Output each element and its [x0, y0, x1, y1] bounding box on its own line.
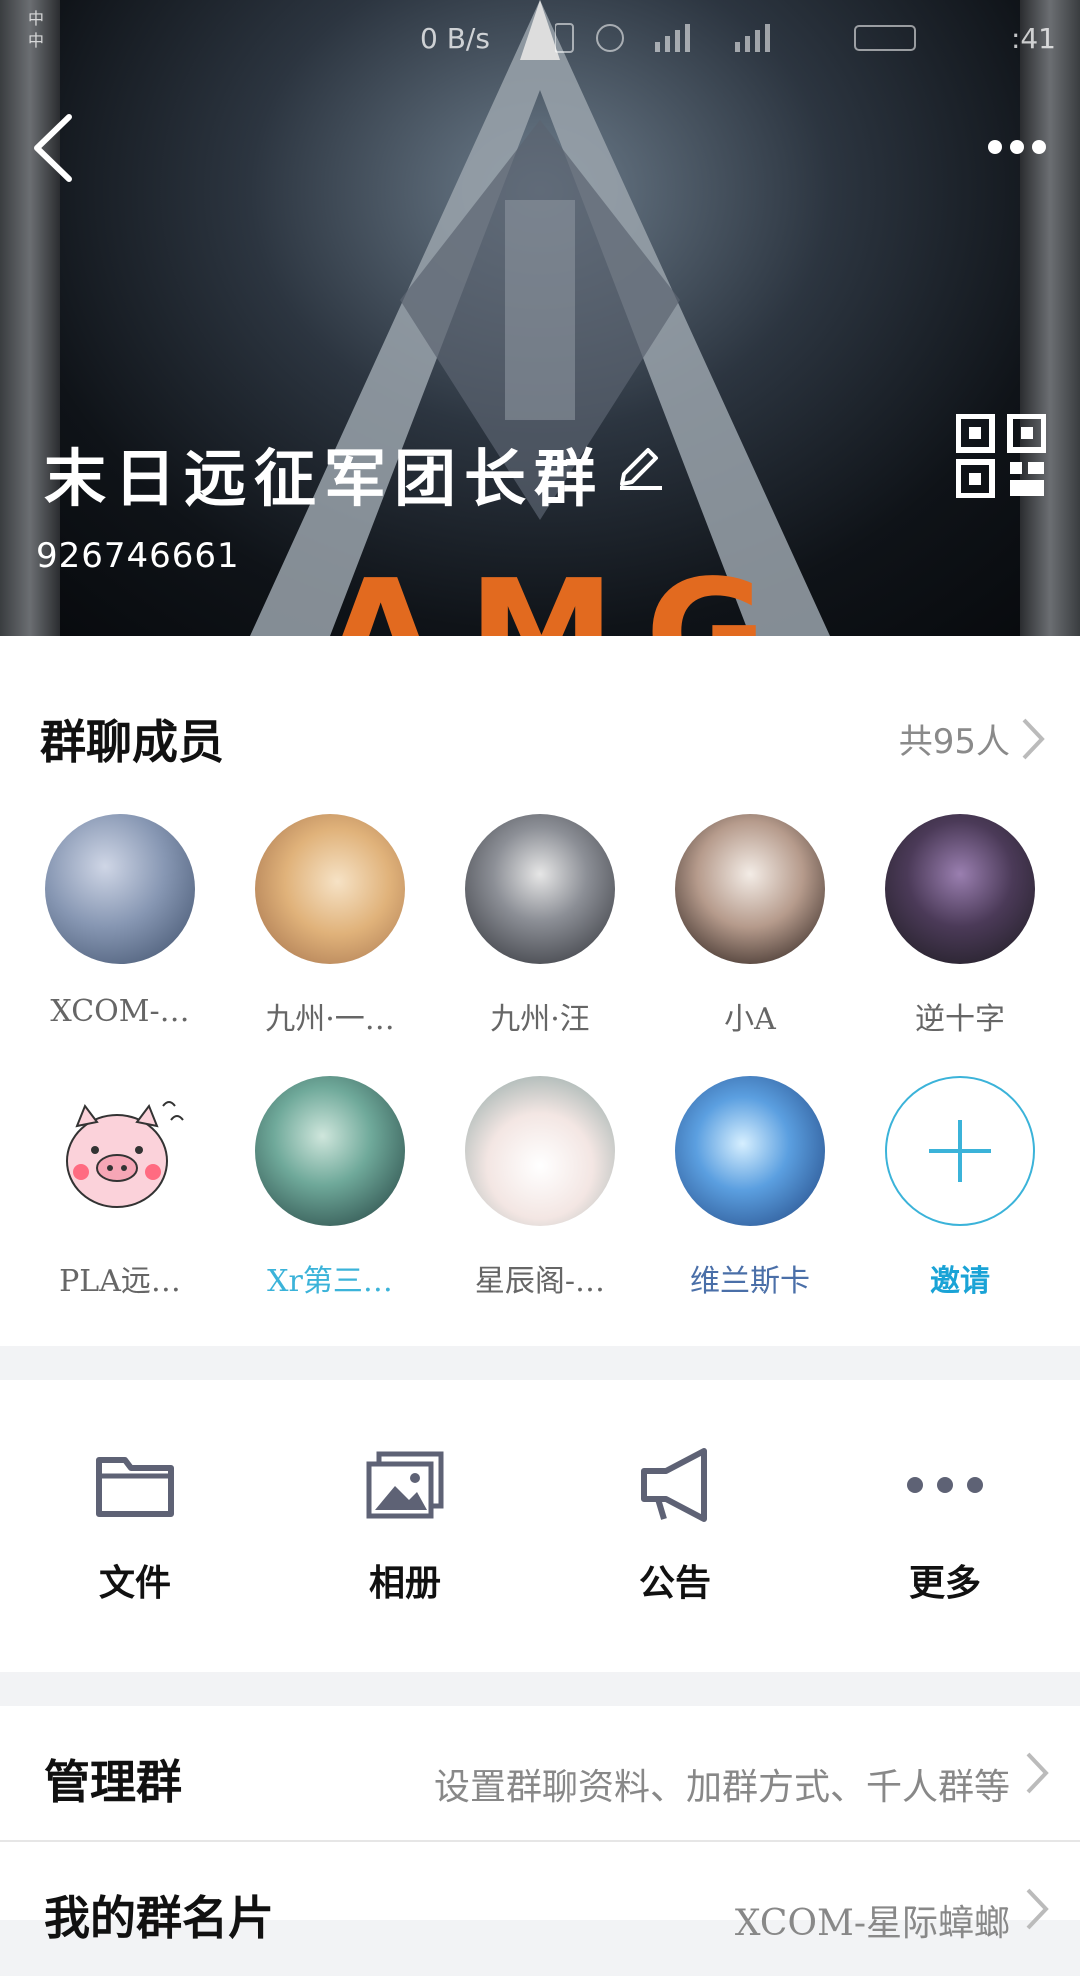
album-button[interactable]: 相册: [305, 1440, 505, 1606]
more-dots-icon: [988, 140, 1002, 154]
group-cover: AMG 中 中 0 B/s :41 末日远征军团长群 926746661: [0, 0, 1080, 636]
chevron-right-icon: [1024, 1886, 1050, 1932]
tool-label: 更多: [908, 1562, 981, 1604]
settings-list: 管理群 设置群聊资料、加群方式、千人群等 我的群名片 XCOM-星际蟑螂: [0, 1706, 1080, 1945]
tool-label: 文件: [98, 1562, 171, 1604]
member-name: 九州·汪: [490, 1002, 590, 1037]
clock-time: :41: [1010, 22, 1056, 55]
tool-label: 公告: [638, 1562, 711, 1604]
avatar: [885, 814, 1035, 964]
tools-section: 文件 相册 公告 更多: [0, 1380, 1080, 1672]
member-name: 小A: [724, 1002, 776, 1037]
more-tools-button[interactable]: 更多: [845, 1440, 1045, 1606]
album-icon: [366, 1451, 444, 1519]
row-value: XCOM-星际蟑螂: [734, 1903, 1010, 1944]
row-label: 管理群: [44, 1755, 182, 1809]
member-item[interactable]: 维兰斯卡: [650, 1076, 850, 1300]
avatar: [465, 1076, 615, 1226]
member-item[interactable]: 逆十字: [860, 814, 1060, 1038]
member-name: 九州·一…: [265, 1002, 395, 1037]
member-name: 维兰斯卡: [690, 1264, 810, 1299]
invite-label: 邀请: [930, 1264, 990, 1299]
row-label: 我的群名片: [44, 1891, 274, 1945]
member-item[interactable]: Xr第三…: [230, 1076, 430, 1300]
member-name: XCOM-…: [50, 994, 190, 1029]
group-id: 926746661: [36, 536, 240, 576]
member-name: Xr第三…: [267, 1264, 393, 1299]
cover-logo-text: AMG: [323, 548, 797, 636]
avatar: [465, 814, 615, 964]
avatar: [45, 1076, 195, 1226]
network-speed: 0 B/s: [420, 22, 490, 55]
members-section: 群聊成员 共95人 XCOM-… 九州·一… 九州·汪 小A 逆十字 PLA远……: [0, 636, 1080, 1346]
my-group-card-row[interactable]: 我的群名片 XCOM-星际蟑螂: [0, 1842, 1080, 1976]
invite-circle: [885, 1076, 1035, 1226]
files-button[interactable]: 文件: [35, 1440, 235, 1606]
member-count[interactable]: 共95人: [899, 714, 1010, 763]
pig-avatar-icon: [66, 1101, 184, 1208]
member-name: 逆十字: [915, 1002, 1005, 1037]
qr-code-icon[interactable]: [956, 414, 1046, 498]
member-item[interactable]: 九州·汪: [440, 814, 640, 1038]
more-options-button[interactable]: [972, 120, 1062, 174]
chevron-right-icon[interactable]: [1020, 716, 1046, 762]
row-value: 设置群聊资料、加群方式、千人群等: [433, 1767, 1010, 1808]
status-bar: 中 中 0 B/s :41: [0, 0, 1080, 76]
member-item[interactable]: 小A: [650, 814, 850, 1038]
chevron-right-icon: [1024, 1750, 1050, 1796]
tool-label: 相册: [368, 1562, 441, 1604]
member-name: 星辰阁-…: [474, 1264, 606, 1299]
invite-member-button[interactable]: 邀请: [860, 1076, 1060, 1300]
member-name: PLA远…: [59, 1264, 181, 1299]
member-item[interactable]: 星辰阁-…: [440, 1076, 640, 1300]
member-item[interactable]: XCOM-…: [20, 814, 220, 1029]
carrier-label: 中 中: [28, 9, 45, 50]
member-item[interactable]: PLA远…: [20, 1076, 220, 1300]
avatar: [675, 1076, 825, 1226]
manage-group-row[interactable]: 管理群 设置群聊资料、加群方式、千人群等: [0, 1706, 1080, 1842]
edit-icon[interactable]: [618, 442, 664, 490]
avatar: [675, 814, 825, 964]
back-button[interactable]: [18, 100, 88, 196]
members-title: 群聊成员: [40, 715, 224, 769]
avatar: [255, 814, 405, 964]
more-dots-icon: [907, 1477, 983, 1493]
megaphone-icon: [641, 1448, 707, 1522]
avatar: [45, 814, 195, 964]
folder-icon: [96, 1457, 174, 1517]
chevron-left-icon: [34, 114, 72, 182]
status-icons: [555, 23, 916, 53]
plus-icon: [929, 1120, 991, 1182]
avatar: [255, 1076, 405, 1226]
announcement-button[interactable]: 公告: [575, 1440, 775, 1606]
member-item[interactable]: 九州·一…: [230, 814, 430, 1038]
group-name: 末日远征军团长群: [44, 442, 605, 515]
